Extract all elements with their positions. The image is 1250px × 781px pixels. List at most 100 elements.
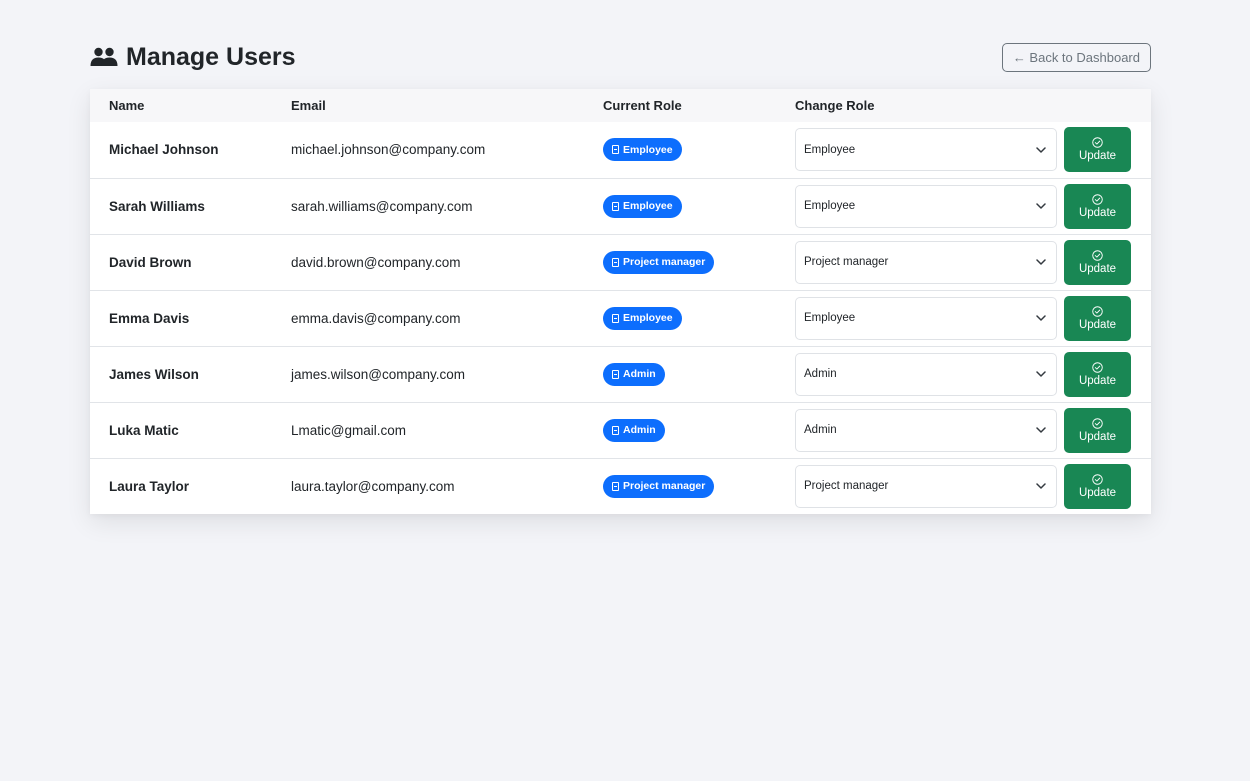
change-role-cell: Admin Update	[795, 346, 1151, 402]
role-badge: Project manager	[603, 250, 715, 274]
role-select[interactable]: Employee	[795, 128, 1057, 172]
table-row: Laura Taylor laura.taylor@company.com Pr…	[90, 458, 1151, 514]
chevron-down-icon	[1036, 147, 1046, 153]
user-email: david.brown@company.com	[291, 254, 461, 270]
column-header-email: Email	[291, 98, 326, 113]
role-select-value: Employee	[804, 200, 856, 212]
user-name: James Wilson	[109, 366, 199, 382]
role-badge: Admin	[603, 418, 665, 442]
user-email: emma.davis@company.com	[291, 310, 461, 326]
role-badge: Project manager	[603, 474, 715, 498]
role-select-value: Project manager	[804, 256, 889, 268]
change-role-cell: Employee Update	[795, 178, 1151, 234]
check-circle-icon	[1092, 137, 1103, 148]
check-circle-icon	[1092, 193, 1103, 205]
update-button-label: Update	[1078, 150, 1117, 163]
change-role-cell: Employee Update	[795, 122, 1151, 178]
role-badge-label: Project manager	[623, 256, 706, 268]
check-circle-icon	[1092, 417, 1103, 429]
table-row: Sarah Williams sarah.williams@company.co…	[90, 178, 1151, 234]
change-role-controls: Project manager Update	[795, 463, 1151, 509]
role-select[interactable]: Employee	[795, 184, 1057, 228]
id-badge-icon	[612, 201, 619, 211]
update-button-label: Update	[1078, 318, 1117, 331]
table-row: David Brown david.brown@company.com Proj…	[90, 234, 1151, 290]
change-role-cell: Project manager Update	[795, 458, 1151, 514]
table-header-row: Name Email Current Role Change Role	[90, 89, 1151, 122]
user-name: Sarah Williams	[109, 198, 205, 214]
page-title: Manage Users	[90, 43, 296, 72]
table-body: Michael Johnson michael.johnson@company.…	[90, 122, 1151, 514]
user-name: Laura Taylor	[109, 478, 190, 494]
role-select[interactable]: Admin	[795, 352, 1057, 396]
current-role-cell: Employee	[603, 122, 795, 178]
role-badge-label: Admin	[623, 424, 656, 436]
current-role-cell: Project manager	[603, 234, 795, 290]
update-button[interactable]: Update	[1064, 295, 1131, 341]
user-email: Lmatic@gmail.com	[291, 422, 406, 438]
current-role-cell: Employee	[603, 178, 795, 234]
users-table-card: Name Email Current Role Change Role Mich…	[90, 89, 1151, 514]
role-select-value: Employee	[804, 143, 856, 156]
role-badge-label: Employee	[623, 312, 673, 324]
change-role-cell: Project manager Update	[795, 234, 1151, 290]
role-badge: Employee	[603, 194, 682, 218]
update-button[interactable]: Update	[1064, 351, 1131, 397]
change-role-controls: Admin Update	[795, 351, 1151, 397]
role-badge-label: Admin	[623, 368, 656, 380]
update-button[interactable]: Update	[1064, 183, 1131, 229]
update-button-label: Update	[1078, 486, 1117, 499]
role-select[interactable]: Admin	[795, 408, 1057, 452]
back-to-dashboard-button[interactable]: ← Back to Dashboard	[1001, 42, 1151, 72]
chevron-down-icon	[1036, 203, 1046, 209]
id-badge-icon	[612, 145, 619, 155]
table-row: Luka Matic Lmatic@gmail.com Admin Admin	[90, 402, 1151, 458]
role-select-value: Employee	[804, 312, 856, 324]
update-button[interactable]: Update	[1064, 239, 1131, 285]
chevron-down-icon	[1036, 427, 1046, 433]
user-name: Michael Johnson	[109, 142, 219, 158]
users-table: Name Email Current Role Change Role Mich…	[90, 89, 1151, 514]
column-header-current-role: Current Role	[603, 98, 682, 113]
current-role-cell: Project manager	[603, 458, 795, 514]
check-circle-icon	[1092, 361, 1103, 373]
current-role-cell: Admin	[603, 346, 795, 402]
check-circle-icon	[1092, 305, 1103, 317]
change-role-cell: Admin Update	[795, 402, 1151, 458]
update-button[interactable]: Update	[1064, 407, 1131, 453]
current-role-cell: Admin	[603, 402, 795, 458]
change-role-controls: Employee Update	[795, 183, 1151, 229]
role-select[interactable]: Project manager	[795, 464, 1057, 508]
users-icon	[90, 46, 118, 68]
chevron-down-icon	[1036, 259, 1046, 265]
page-container: Manage Users ← Back to Dashboard Name Em…	[90, 38, 1151, 514]
role-badge-label: Employee	[623, 200, 673, 212]
user-name: David Brown	[109, 254, 192, 270]
user-email: michael.johnson@company.com	[291, 142, 486, 158]
update-button-label: Update	[1078, 262, 1117, 275]
chevron-down-icon	[1036, 371, 1046, 377]
change-role-controls: Admin Update	[795, 407, 1151, 453]
change-role-controls: Employee Update	[795, 127, 1151, 173]
user-email: laura.taylor@company.com	[291, 478, 455, 494]
column-header-change-role: Change Role	[795, 98, 875, 113]
id-badge-icon	[612, 481, 619, 491]
page-title-text: Manage Users	[126, 42, 296, 71]
role-select[interactable]: Project manager	[795, 240, 1057, 284]
user-email: sarah.williams@company.com	[291, 198, 473, 214]
update-button-label: Update	[1078, 430, 1117, 443]
update-button[interactable]: Update	[1064, 127, 1131, 173]
user-name: Luka Matic	[109, 422, 179, 438]
user-email: james.wilson@company.com	[291, 366, 466, 382]
role-select[interactable]: Employee	[795, 296, 1057, 340]
check-circle-icon	[1092, 474, 1103, 485]
role-badge-label: Employee	[623, 143, 673, 156]
update-button[interactable]: Update	[1064, 463, 1131, 509]
current-role-cell: Employee	[603, 290, 795, 346]
change-role-cell: Employee Update	[795, 290, 1151, 346]
page-header: Manage Users ← Back to Dashboard	[90, 38, 1151, 76]
role-badge: Admin	[603, 362, 665, 386]
table-row: James Wilson james.wilson@company.com Ad…	[90, 346, 1151, 402]
update-button-label: Update	[1078, 206, 1117, 219]
table-row: Emma Davis emma.davis@company.com Employ…	[90, 290, 1151, 346]
